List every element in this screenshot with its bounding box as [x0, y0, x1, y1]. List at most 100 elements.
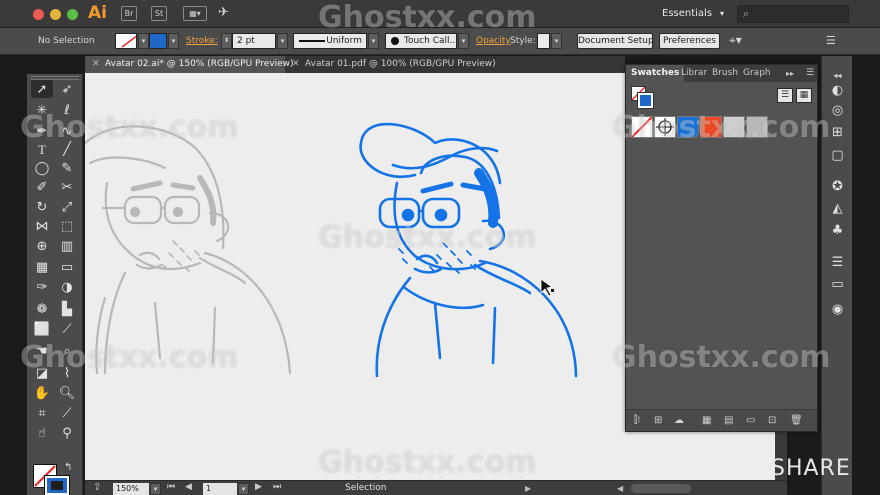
horizontal-scrollbar-thumb[interactable]	[631, 484, 691, 493]
type-tool-icon[interactable]: T	[31, 140, 53, 158]
zoom-tool-icon[interactable]: 🔍︎	[56, 384, 78, 402]
share-document-icon[interactable]: ⇪	[93, 482, 101, 493]
delete-swatch-icon[interactable]: 🗑︎	[790, 415, 803, 426]
stock-icon[interactable]: St	[151, 6, 167, 21]
panel-menu-icon[interactable]: ☰	[806, 65, 814, 82]
curvature-tool-icon[interactable]: ∿	[56, 122, 78, 140]
artboard-dropdown[interactable]: ▾	[238, 483, 249, 495]
transparency-icon[interactable]: ◭	[829, 200, 846, 217]
color-panel-icon[interactable]: ◐	[829, 82, 846, 99]
workspace-switcher[interactable]: Essentials ▾	[652, 5, 732, 23]
document-info-icon[interactable]: ▢	[829, 147, 846, 164]
swatch-blue[interactable]	[677, 116, 699, 138]
maximize-window-button[interactable]	[67, 9, 78, 20]
layers-panel-icon[interactable]: ◉	[829, 301, 846, 318]
tab-graphic-styles[interactable]: Graph	[743, 65, 771, 82]
tab-brushes[interactable]: Brush	[712, 65, 738, 82]
stroke-weight-dropdown[interactable]: ▾	[277, 33, 288, 49]
swatch-registration[interactable]	[654, 116, 676, 138]
column-graph-icon[interactable]: ▙	[56, 300, 78, 318]
brush-definition[interactable]: Touch Call...	[385, 33, 457, 49]
graphic-style-dropdown[interactable]: ▾	[551, 33, 562, 49]
symbols-icon[interactable]: ♣	[829, 222, 846, 239]
symbol-sprayer-icon[interactable]: ❁	[31, 300, 53, 318]
close-window-button[interactable]	[33, 9, 44, 20]
variable-width-profile[interactable]: Uniform	[293, 33, 367, 49]
document-setup-button[interactable]: Document Setup	[577, 33, 654, 49]
selection-tool-icon[interactable]: ➚	[31, 80, 53, 98]
free-transform-icon[interactable]: ⬚	[56, 217, 78, 235]
minimize-window-button[interactable]	[50, 9, 61, 20]
line-tool-icon[interactable]: ╱	[56, 140, 78, 158]
lasso-icon[interactable]: ℓ	[56, 101, 78, 119]
eyedropper-icon[interactable]: ✑	[31, 278, 53, 296]
preferences-button[interactable]: Preferences	[659, 33, 720, 49]
search-stock-input[interactable]: ⌕	[737, 5, 849, 23]
swatch-gray[interactable]	[746, 116, 768, 138]
artboard-number-input[interactable]: 1	[203, 483, 237, 495]
tab-swatches[interactable]: Swatches	[626, 65, 685, 82]
tab-libraries[interactable]: Librar	[681, 65, 707, 82]
gpu-performance-icon[interactable]: ✈	[218, 5, 229, 20]
last-artboard-icon[interactable]: ⏭	[273, 482, 281, 492]
brush-dropdown[interactable]: ▾	[458, 33, 469, 49]
swatch-none[interactable]	[631, 116, 653, 138]
shaper-tool-icon[interactable]: ✐	[31, 178, 53, 196]
artboard-tool-icon[interactable]: ⬜	[31, 320, 53, 338]
gradient-tool-icon[interactable]: ▭	[56, 258, 78, 276]
crop-tool-icon[interactable]: ⌗	[31, 404, 53, 422]
swatch-options-icon[interactable]: ▤	[724, 415, 733, 426]
hand-tool-2-icon[interactable]: ☝	[31, 424, 53, 442]
status-menu-icon[interactable]: ▶	[525, 484, 531, 493]
cloud-library-icon[interactable]: ☁	[674, 415, 684, 426]
perspective-grid-icon[interactable]: ▥	[56, 237, 78, 255]
previous-artboard-icon[interactable]: ⏮	[167, 482, 175, 492]
stroke-weight-input[interactable]: 2 pt	[232, 33, 276, 49]
stroke-color-swatch[interactable]	[149, 33, 167, 49]
tab-avatar-01[interactable]: ✕ Avatar 01.pdf @ 100% (RGB/GPU Preview)	[285, 56, 496, 73]
bridge-icon[interactable]: Br	[121, 6, 137, 21]
eraser-icon[interactable]: ✂	[56, 178, 78, 196]
libraries-icon[interactable]: ⊞	[829, 124, 846, 141]
panel-stroke-swatch[interactable]	[637, 92, 654, 109]
profile-dropdown[interactable]: ▾	[368, 33, 379, 49]
ellipse-tool-icon[interactable]: ◯	[31, 159, 53, 177]
fill-color-swatch[interactable]	[115, 33, 137, 49]
transform-icon[interactable]: ⌖▾	[729, 33, 742, 48]
prev-arrow-icon[interactable]: ◀	[185, 482, 192, 492]
fill-dropdown[interactable]: ▾	[138, 33, 149, 49]
gradient-panel-icon[interactable]: ▭	[829, 276, 846, 293]
zoom-tool-icon[interactable]: ⌕	[56, 342, 78, 360]
hand-tool-icon[interactable]: ✋	[31, 384, 53, 402]
appearance-icon[interactable]: ✪	[829, 178, 846, 195]
width-tool-icon[interactable]: ⋈	[31, 217, 53, 235]
magic-wand-icon[interactable]: ✳	[31, 101, 53, 119]
eraser-tool-icon[interactable]: ◪	[31, 364, 53, 382]
stroke-swatch[interactable]	[44, 475, 70, 495]
arrange-documents-icon[interactable]: ▦▾	[183, 6, 207, 21]
paintbrush-icon[interactable]: ✎	[56, 159, 78, 177]
add-to-library-icon[interactable]: ⊞	[654, 415, 662, 426]
scroll-left-icon[interactable]: ◀	[617, 484, 623, 493]
swatch-libraries-icon[interactable]: ⫿⁝	[634, 415, 640, 426]
knife-tool-icon[interactable]: ⟋	[56, 404, 78, 422]
stroke-weight-stepper[interactable]: ⬍	[221, 33, 232, 49]
hand-tool-icon[interactable]: ☚	[31, 342, 53, 360]
show-swatch-kinds-icon[interactable]: ▦	[702, 415, 711, 426]
swap-fill-stroke-icon[interactable]: ↰	[64, 462, 72, 473]
close-tab-icon[interactable]: ✕	[92, 56, 100, 73]
stroke-dropdown[interactable]: ▾	[168, 33, 179, 49]
thumbnail-view-icon[interactable]: ▦	[796, 88, 812, 103]
direct-selection-tool-icon[interactable]: ➶	[56, 80, 78, 98]
new-color-group-icon[interactable]: ▭	[746, 415, 755, 426]
creative-cloud-icon[interactable]: ◎	[829, 102, 846, 119]
zoom-dropdown[interactable]: ▾	[150, 483, 161, 495]
stroke-panel-icon[interactable]: ☰	[829, 254, 846, 271]
shape-builder-icon[interactable]: ⊕	[31, 237, 53, 255]
list-view-icon[interactable]: ☰	[777, 88, 793, 103]
panel-collapse-icon[interactable]: ▸▸	[786, 65, 794, 82]
close-tab-icon[interactable]: ✕	[292, 56, 300, 73]
slice-tool-icon[interactable]: ⟋	[56, 320, 78, 338]
blend-tool-icon[interactable]: ◑	[56, 278, 78, 296]
zoom-tool-2-icon[interactable]: ⚲	[56, 424, 78, 442]
